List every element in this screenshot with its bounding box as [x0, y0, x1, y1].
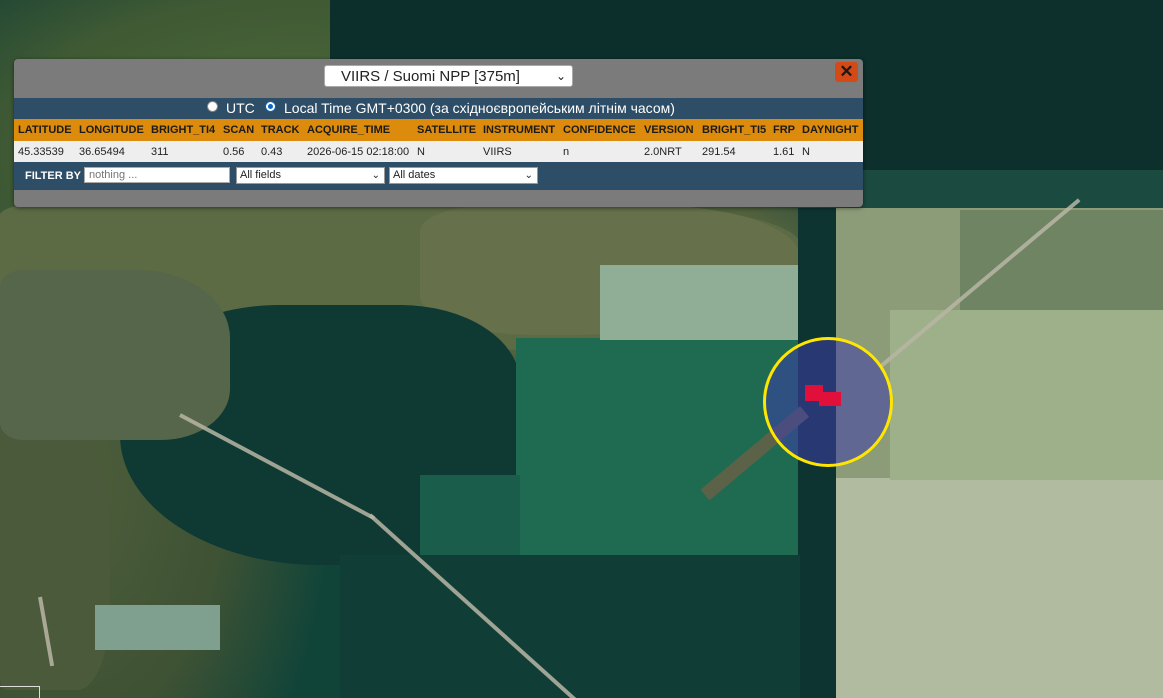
header-bright-ti5: BRIGHT_TI5: [702, 124, 767, 136]
header-instrument: INSTRUMENT: [483, 124, 556, 136]
cell-frp: 1.61: [773, 146, 795, 158]
chevron-down-icon: ⌄: [524, 170, 533, 181]
header-longitude: LONGITUDE: [79, 124, 144, 136]
cell-acquire-time: 2026-06-15 02:18:00: [307, 146, 410, 158]
cell-satellite: N: [417, 146, 425, 158]
chevron-down-icon: ⌄: [555, 69, 566, 83]
header-version: VERSION: [644, 124, 694, 136]
local-time-label: Local Time GMT+0300 (за східноєвропейськ…: [284, 100, 675, 116]
header-latitude: LATITUDE: [18, 124, 72, 136]
header-daynight: DAYNIGHT: [802, 124, 859, 136]
cell-bright-ti4: 311: [151, 146, 169, 158]
fire-location-marker[interactable]: [763, 337, 893, 467]
cell-longitude: 36.65494: [79, 146, 125, 158]
chevron-down-icon: ⌄: [371, 170, 380, 181]
fire-pixel[interactable]: [819, 392, 841, 406]
cell-track: 0.43: [261, 146, 283, 158]
filter-bar: FILTER BY All fields ⌄ All dates ⌄: [14, 162, 863, 190]
satellite-source-value: VIIRS / Suomi NPP [375m]: [341, 68, 520, 85]
table-row: 45.33539 36.65494 311 0.56 0.43 2026-06-…: [14, 141, 863, 162]
utc-radio[interactable]: [207, 101, 218, 112]
cell-version: 2.0NRT: [644, 146, 682, 158]
cell-daynight: N: [802, 146, 810, 158]
filter-label: FILTER BY: [25, 170, 82, 182]
field-filter-value: All fields: [240, 169, 281, 181]
header-acquire-time: ACQUIRE_TIME: [307, 124, 391, 136]
close-icon: ✕: [839, 62, 854, 81]
cell-scan: 0.56: [223, 146, 245, 158]
header-satellite: SATELLITE: [417, 124, 477, 136]
header-confidence: CONFIDENCE: [563, 124, 636, 136]
header-track: TRACK: [261, 124, 300, 136]
header-frp: FRP: [773, 124, 795, 136]
field-filter-select[interactable]: All fields ⌄: [236, 167, 385, 184]
time-zone-bar: UTC Local Time GMT+0300 (за східноєвропе…: [14, 98, 863, 119]
cell-latitude: 45.33539: [18, 146, 64, 158]
date-filter-value: All dates: [393, 169, 436, 181]
table-header-row: LATITUDE LONGITUDE BRIGHT_TI4 SCAN TRACK…: [14, 119, 863, 141]
fire-info-popup: VIIRS / Suomi NPP [375m] ⌄ ✕ UTC Local T…: [14, 59, 863, 207]
utc-label: UTC: [226, 100, 255, 116]
filter-input[interactable]: [84, 167, 230, 183]
cell-bright-ti5: 291.54: [702, 146, 736, 158]
header-bright-ti4: BRIGHT_TI4: [151, 124, 216, 136]
header-scan: SCAN: [223, 124, 255, 136]
date-filter-select[interactable]: All dates ⌄: [389, 167, 538, 184]
map-scale-corner: [0, 686, 40, 698]
local-time-radio[interactable]: [265, 101, 276, 112]
close-button[interactable]: ✕: [835, 62, 858, 82]
cell-confidence: n: [563, 146, 570, 158]
cell-instrument: VIIRS: [483, 146, 512, 158]
satellite-source-select[interactable]: VIIRS / Suomi NPP [375m] ⌄: [324, 65, 573, 87]
fire-data-table: LATITUDE LONGITUDE BRIGHT_TI4 SCAN TRACK…: [14, 119, 863, 162]
